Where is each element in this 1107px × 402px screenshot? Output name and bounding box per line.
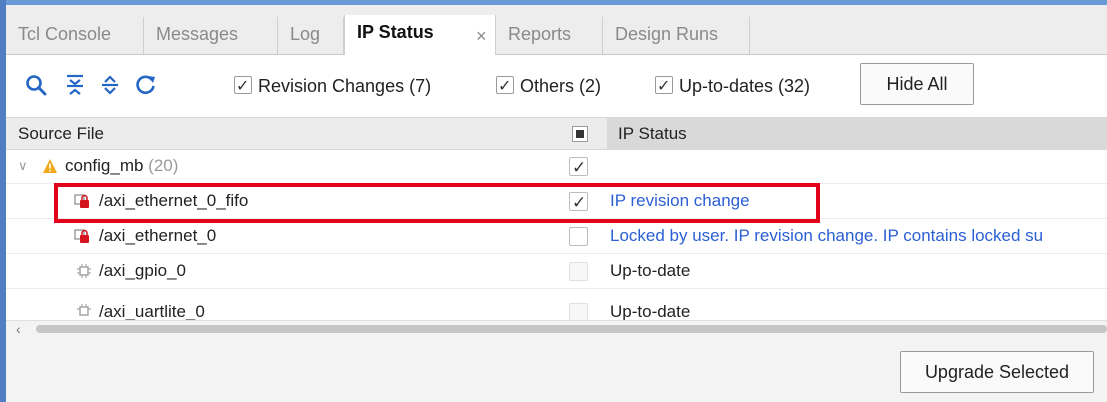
table-row[interactable]: ∨ config_mb (20) [6,149,1107,185]
tab-ip-status-label: IP Status [357,22,434,42]
row-name-text: config_mb [65,156,144,175]
up-to-dates-label: Up-to-dates (32) [679,76,811,96]
scroll-left-icon[interactable]: ‹ [16,321,21,337]
row-name: /axi_ethernet_0 [99,226,217,245]
row-name: config_mb (20) [65,149,178,183]
tab-design-runs[interactable]: Design Runs [603,17,750,54]
revision-changes-label: Revision Changes (7) [258,76,432,96]
warning-icon [43,159,57,173]
scrollbar-thumb[interactable] [36,325,1107,333]
select-all-checkbox[interactable] [572,126,588,142]
refresh-icon[interactable] [134,73,158,97]
filter-up-to-dates[interactable]: Up-to-dates (32) [655,73,811,100]
revision-changes-checkbox[interactable] [234,74,252,100]
tab-bar: Tcl Console Messages Log IP Status × Rep… [6,5,1107,55]
ip-core-icon [77,304,91,316]
row-name: /axi_gpio_0 [99,261,186,280]
hide-all-button[interactable]: Hide All [860,63,974,105]
column-header-source-file[interactable]: Source File [18,118,104,149]
table-row[interactable]: /axi_ethernet_0 Locked by user. IP revis… [6,219,1107,254]
row-checkbox[interactable] [569,227,588,246]
column-header-ip-status[interactable]: IP Status [618,118,687,149]
tab-ip-status[interactable]: IP Status [344,15,496,55]
tab-messages[interactable]: Messages [144,17,278,54]
tab-tcl-console[interactable]: Tcl Console [6,17,144,54]
row-ip-status[interactable]: Locked by user. IP revision change. IP c… [610,219,1043,253]
ip-core-icon [77,264,91,278]
filter-others[interactable]: Others (2) [496,73,602,100]
tab-log[interactable]: Log [278,17,344,54]
row-checkbox[interactable] [569,262,588,281]
locked-ip-icon [74,229,89,243]
collapse-all-icon[interactable] [63,73,87,97]
row-checkbox[interactable] [569,151,588,185]
row-count: (20) [148,156,179,175]
row-ip-status: Up-to-date [610,302,691,320]
table-header: Source File IP Status [6,117,1107,150]
toolbar: Revision Changes (7) Others (2) Up-to-da… [6,55,1107,115]
search-icon[interactable] [24,73,48,97]
row-ip-status: Up-to-date [610,261,691,280]
expand-all-icon[interactable] [98,73,122,97]
footer-bar: Upgrade Selected [6,337,1107,402]
table-row[interactable]: /axi_uartlite_0 Up-to-date [6,289,1107,320]
up-to-dates-checkbox[interactable] [655,74,673,100]
highlight-annotation [54,183,820,223]
horizontal-scrollbar[interactable]: ‹ [6,320,1107,337]
chevron-down-icon[interactable]: ∨ [18,149,28,183]
close-tab-icon[interactable]: × [476,27,487,45]
filter-revision-changes[interactable]: Revision Changes (7) [234,73,432,100]
table-row[interactable]: /axi_gpio_0 Up-to-date [6,254,1107,289]
tab-reports[interactable]: Reports [496,17,603,54]
others-checkbox[interactable] [496,74,514,100]
row-name: /axi_uartlite_0 [99,302,205,320]
upgrade-selected-button[interactable]: Upgrade Selected [900,351,1094,393]
others-label: Others (2) [520,76,602,96]
row-checkbox[interactable] [569,303,588,320]
